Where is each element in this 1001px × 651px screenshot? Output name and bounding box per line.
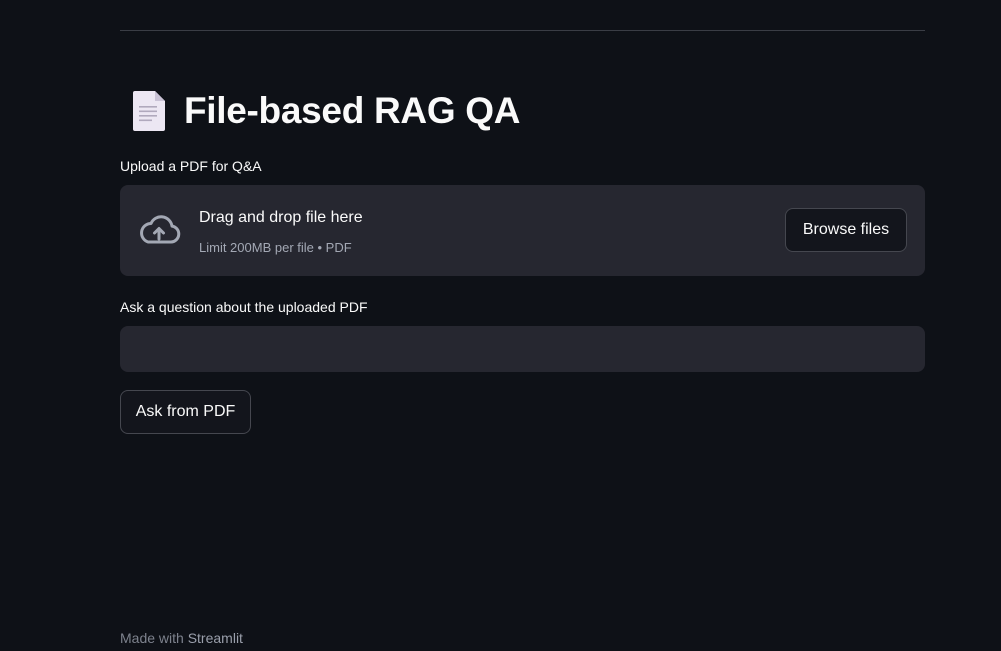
footer-prefix: Made with (120, 630, 188, 646)
file-dropzone[interactable]: Drag and drop file here Limit 200MB per … (120, 185, 925, 276)
dropzone-subtitle: Limit 200MB per file • PDF (199, 240, 352, 255)
footer: Made with Streamlit (120, 630, 243, 646)
streamlit-link[interactable]: Streamlit (188, 630, 243, 646)
question-input[interactable] (120, 326, 925, 372)
upload-label: Upload a PDF for Q&A (120, 158, 262, 174)
header-divider (120, 30, 925, 31)
dropzone-title: Drag and drop file here (199, 209, 363, 226)
question-label: Ask a question about the uploaded PDF (120, 299, 368, 315)
browse-files-button[interactable]: Browse files (785, 208, 907, 252)
page-title: File-based RAG QA (184, 90, 521, 131)
streamlit-app: File-based RAG QA Upload a PDF for Q&A D… (0, 0, 1001, 651)
title-row: File-based RAG QA (120, 84, 520, 138)
page-document-icon (120, 84, 176, 138)
ask-from-pdf-button[interactable]: Ask from PDF (120, 390, 251, 434)
cloud-upload-icon (136, 212, 182, 248)
